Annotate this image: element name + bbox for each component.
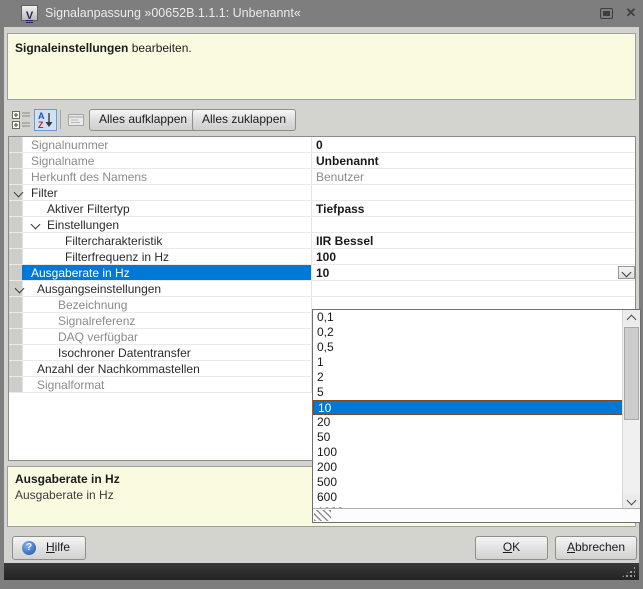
property-label: Signalformat: [37, 378, 104, 392]
description-title: Ausgaberate in Hz: [15, 472, 120, 486]
combobox-dropdown-icon[interactable]: [618, 266, 635, 279]
property-value: Benutzer: [316, 170, 364, 184]
property-label: Signalnummer: [31, 138, 108, 152]
window-bottom-strip: [4, 563, 639, 580]
grid-row[interactable]: Filter: [9, 185, 635, 201]
dropdown-item[interactable]: 1: [313, 355, 623, 370]
property-label: Filter: [31, 186, 58, 200]
expand-all-button[interactable]: Alles aufklappen: [89, 109, 197, 131]
grid-row[interactable]: Ausgaberate in Hz 10: [9, 265, 635, 281]
grid-row[interactable]: Ausgangseinstellungen: [9, 281, 635, 297]
dropdown-item[interactable]: 0,5: [313, 340, 623, 355]
alphabetical-sort-icon[interactable]: A Z: [34, 109, 57, 131]
cancel-button[interactable]: Abbrechen: [555, 536, 637, 560]
grid-row[interactable]: Einstellungen: [9, 217, 635, 233]
help-button-label: Hilfe: [46, 540, 70, 554]
property-label: Bezeichnung: [58, 298, 127, 312]
ok-button[interactable]: OK: [475, 536, 548, 560]
property-value: 100: [316, 250, 336, 264]
dropdown-item[interactable]: 200: [313, 460, 623, 475]
dropdown-item[interactable]: 50: [313, 430, 623, 445]
grid-row[interactable]: Signalname Unbenannt: [9, 153, 635, 169]
dropdown-scrollbar[interactable]: [622, 310, 640, 510]
categorized-view-icon[interactable]: [10, 109, 33, 131]
title-bar[interactable]: V Signalanpassung »00652B.1.1.1: Unbenan…: [0, 0, 643, 27]
property-label: Filtercharakteristik: [65, 234, 162, 248]
property-label: Herkunft des Namens: [31, 170, 147, 184]
dropdown-item[interactable]: 5: [313, 385, 623, 400]
property-label: DAQ verfügbar: [58, 330, 138, 344]
maximize-icon[interactable]: [600, 8, 613, 19]
property-value: IIR Bessel: [316, 234, 373, 248]
help-button[interactable]: ? Hilfe: [12, 536, 86, 560]
grid-row[interactable]: Aktiver Filtertyp Tiefpass: [9, 201, 635, 217]
property-value: 10: [316, 266, 329, 280]
property-pages-icon: [65, 109, 88, 131]
dropdown-item[interactable]: 2: [313, 370, 623, 385]
dropdown-item[interactable]: 20: [313, 415, 623, 430]
dropdown-item[interactable]: 100: [313, 445, 623, 460]
property-label: Einstellungen: [47, 218, 119, 232]
expand-chevron-icon[interactable]: [15, 284, 25, 294]
property-label: Aktiver Filtertyp: [47, 202, 130, 216]
output-rate-dropdown[interactable]: 0,10,20,51251020501002005006001000: [312, 309, 641, 523]
property-label: Anzahl der Nachkommastellen: [37, 362, 200, 376]
grid-row[interactable]: Signalnummer 0: [9, 137, 635, 153]
dropdown-resize-bar[interactable]: [313, 508, 640, 522]
dropdown-item[interactable]: 10: [313, 400, 623, 415]
property-label: Signalname: [31, 154, 94, 168]
property-label: Isochroner Datentransfer: [58, 346, 191, 360]
svg-text:Z: Z: [38, 120, 44, 130]
property-value: Tiefpass: [316, 202, 364, 216]
expand-chevron-icon[interactable]: [31, 220, 41, 230]
dialog-client-area: Signaleinstellungen bearbeiten. A Z: [4, 27, 639, 563]
close-icon[interactable]: ✕: [623, 4, 639, 22]
scrollbar-thumb[interactable]: [624, 327, 639, 420]
property-value: Unbenannt: [316, 154, 379, 168]
property-label: Ausgangseinstellungen: [37, 282, 161, 296]
dropdown-item[interactable]: 0,1: [313, 310, 623, 325]
grid-row[interactable]: Herkunft des Namens Benutzer: [9, 169, 635, 185]
property-value: 0: [316, 138, 323, 152]
window-title: Signalanpassung »00652B.1.1.1: Unbenannt…: [45, 6, 301, 20]
grid-row[interactable]: Filterfrequenz in Hz 100: [9, 249, 635, 265]
grid-row[interactable]: Filtercharakteristik IIR Bessel: [9, 233, 635, 249]
property-label: Ausgaberate in Hz: [31, 266, 130, 280]
collapse-all-button[interactable]: Alles zuklappen: [192, 109, 296, 131]
dropdown-list[interactable]: 0,10,20,51251020501002005006001000: [313, 310, 623, 510]
scroll-up-icon[interactable]: [623, 310, 640, 326]
header-panel: Signaleinstellungen bearbeiten.: [7, 33, 636, 100]
dropdown-item[interactable]: 0,2: [313, 325, 623, 340]
vector-app-icon: V: [21, 5, 38, 21]
property-label: Signalreferenz: [58, 314, 135, 328]
signalanpassung-dialog: V Signalanpassung »00652B.1.1.1: Unbenan…: [0, 0, 643, 589]
property-label: Filterfrequenz in Hz: [65, 250, 169, 264]
dropdown-item[interactable]: 600: [313, 490, 623, 505]
expand-chevron-icon[interactable]: [14, 188, 24, 198]
window-resize-grip-icon[interactable]: [621, 566, 635, 578]
description-text: Ausgaberate in Hz: [15, 488, 114, 502]
header-text: Signaleinstellungen bearbeiten.: [15, 41, 192, 55]
resize-grip-icon[interactable]: [314, 510, 331, 521]
dropdown-item[interactable]: 500: [313, 475, 623, 490]
toolbar-separator: [60, 110, 61, 129]
help-icon: ?: [22, 541, 36, 555]
